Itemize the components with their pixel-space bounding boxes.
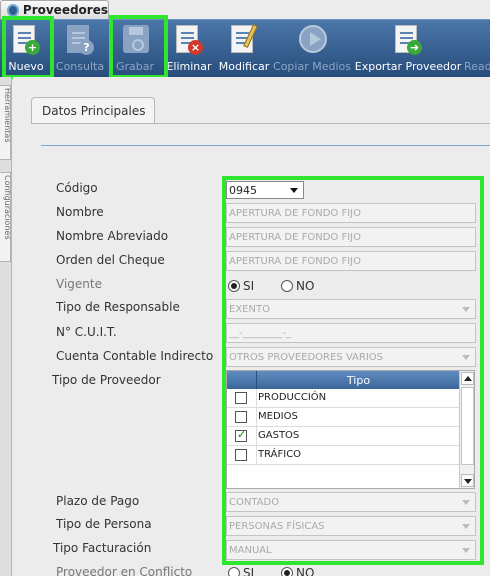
tab-datos-principales[interactable]: Datos Principales <box>31 97 155 123</box>
tipo-responsable-label: Tipo de Responsable <box>56 300 180 314</box>
plazo-pago-label: Plazo de Pago <box>56 494 140 508</box>
modificar-label: Modificar <box>218 60 270 73</box>
consulta-button[interactable]: ? Consulta <box>52 20 108 78</box>
side-tab-herramientas[interactable]: Herramientas <box>0 85 11 160</box>
side-tab-configuraciones-label: Configuraciones <box>3 175 11 240</box>
conflicto-si-radio[interactable]: SI <box>228 566 254 576</box>
tab-line <box>31 123 490 124</box>
section-separator <box>41 145 490 146</box>
modificar-button[interactable]: Modificar <box>216 20 272 78</box>
edit-document-icon <box>228 24 260 58</box>
fields-highlight <box>222 176 484 565</box>
orden-cheque-label: Orden del Cheque <box>56 253 165 267</box>
read-icon <box>464 24 490 58</box>
nuevo-highlight <box>2 16 54 79</box>
codigo-label: Código <box>56 181 98 195</box>
side-panel: Herramientas Configuraciones <box>0 77 12 576</box>
read-button[interactable]: Read <box>464 20 490 78</box>
app-icon <box>7 3 19 17</box>
copiar-medios-label: Copiar Medios <box>273 60 351 73</box>
play-icon <box>296 24 328 58</box>
copiar-medios-button[interactable]: Copiar Medios <box>272 20 352 78</box>
radio-selected-icon <box>281 567 293 576</box>
side-tab-configuraciones[interactable]: Configuraciones <box>0 172 11 262</box>
read-label: Read <box>464 60 490 73</box>
conflicto-no-label: NO <box>296 566 315 576</box>
eliminar-button[interactable]: × Eliminar <box>162 20 216 78</box>
tipo-facturacion-label: Tipo Facturación <box>53 541 152 555</box>
eliminar-label: Eliminar <box>166 60 212 73</box>
consulta-label: Consulta <box>55 60 105 73</box>
vigente-label: Vigente <box>56 277 102 291</box>
grabar-highlight <box>109 15 168 79</box>
radio-empty-icon <box>228 567 240 576</box>
export-document-icon: ➜ <box>392 24 424 58</box>
cuenta-contable-label: Cuenta Contable Indirecto <box>56 349 214 363</box>
delete-document-icon: × <box>173 24 205 58</box>
tab-label: Datos Principales <box>42 103 146 118</box>
cuit-label: N° C.U.I.T. <box>56 325 117 339</box>
conflicto-no-radio[interactable]: NO <box>281 566 314 576</box>
exportar-proveedor-button[interactable]: ➜ Exportar Proveedor <box>352 20 464 78</box>
exportar-label: Exportar Proveedor <box>354 60 462 73</box>
nombre-abreviado-label: Nombre Abreviado <box>56 229 169 243</box>
window-title: Proveedores <box>22 3 108 17</box>
conflicto-label: Proveedor en Conflicto <box>56 565 193 576</box>
conflicto-si-label: SI <box>243 566 255 576</box>
toolbar: + Nuevo ? Consulta Grabar × Eliminar Mod… <box>0 19 490 77</box>
tipo-persona-label: Tipo de Persona <box>56 517 152 531</box>
tipo-proveedor-label: Tipo de Proveedor <box>52 373 161 387</box>
query-document-icon: ? <box>64 24 96 58</box>
side-tab-herramientas-label: Herramientas <box>3 88 11 143</box>
nombre-label: Nombre <box>56 205 104 219</box>
